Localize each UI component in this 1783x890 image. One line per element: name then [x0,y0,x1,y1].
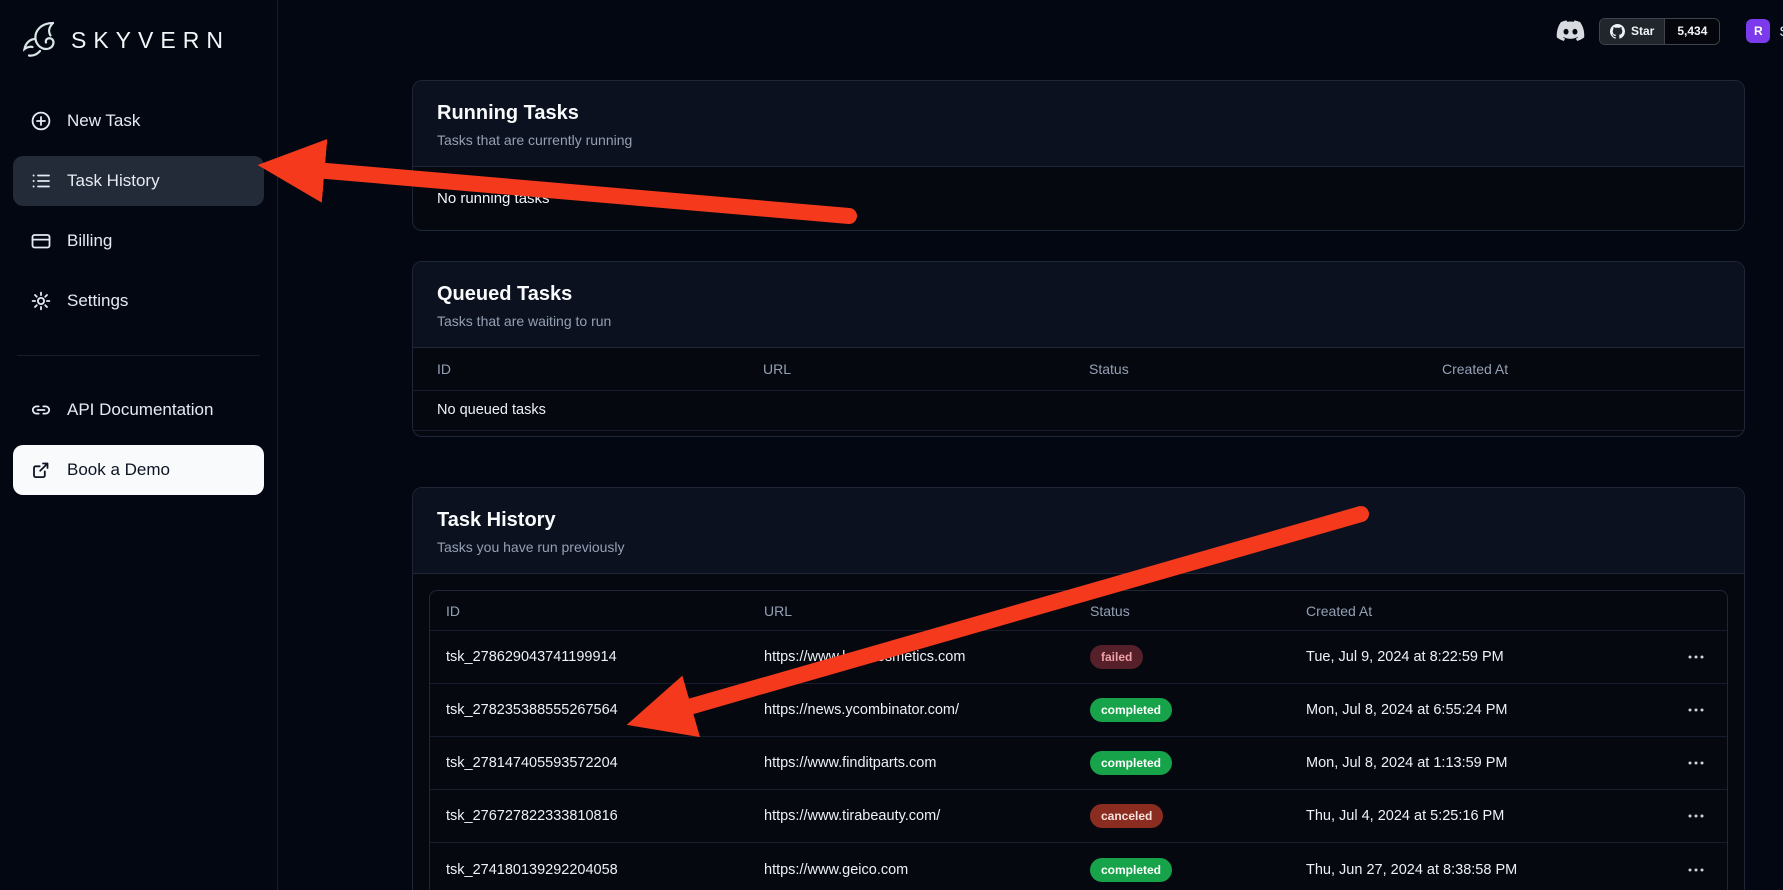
queued-tasks-card: Queued Tasks Tasks that are waiting to r… [412,261,1745,437]
task-history-card: Task History Tasks you have run previous… [412,487,1745,890]
task-id: tsk_278629043741199914 [446,649,764,665]
main-content: Running Tasks Tasks that are currently r… [412,0,1745,890]
queued-tasks-empty: No queued tasks [413,391,1744,431]
gear-icon [30,290,52,312]
status-badge: completed [1090,858,1172,882]
row-actions-button[interactable] [1681,855,1711,885]
task-created-at: Thu, Jun 27, 2024 at 8:38:58 PM [1306,862,1655,878]
plus-circle-icon [30,110,52,132]
sidebar-item-task-history[interactable]: Task History [13,156,264,206]
column-header-id: ID [446,603,764,619]
task-history-subtitle: Tasks you have run previously [437,539,1720,555]
task-history-title: Task History [437,508,1720,532]
status-badge: canceled [1090,804,1163,828]
list-icon [30,170,52,192]
ellipsis-icon [1687,861,1705,879]
row-actions-button[interactable] [1681,801,1711,831]
column-header-url: URL [763,361,1089,377]
sidebar-item-label: Task History [67,171,160,191]
queued-tasks-subtitle: Tasks that are waiting to run [437,313,1720,329]
task-url: https://news.ycombinator.com/ [764,702,1090,718]
skyvern-logo-icon [19,18,61,62]
row-actions-button[interactable] [1681,748,1711,778]
column-header-created-at: Created At [1306,603,1655,619]
status-badge: completed [1090,751,1172,775]
sidebar-nav: New Task Task History Billing [13,96,264,495]
task-id: tsk_274180139292204058 [446,862,764,878]
github-star-widget[interactable]: Star 5,434 [1599,18,1720,45]
status-badge: failed [1090,645,1143,669]
discord-icon[interactable] [1556,20,1585,42]
task-created-at: Tue, Jul 9, 2024 at 8:22:59 PM [1306,649,1655,665]
brand-logo: SKYVERN [13,14,264,72]
task-history-header: Task History Tasks you have run previous… [413,488,1744,574]
user-name-truncated: S [1779,23,1783,39]
task-history-table-header: ID URL Status Created At [430,591,1727,631]
sidebar-item-billing[interactable]: Billing [13,216,264,266]
queued-tasks-table-header: ID URL Status Created At [413,348,1744,391]
running-tasks-card: Running Tasks Tasks that are currently r… [412,80,1745,231]
external-link-icon [30,459,52,481]
task-url: https://www.tirabeauty.com/ [764,808,1090,824]
table-row[interactable]: tsk_274180139292204058 https://www.geico… [430,843,1727,890]
column-header-created-at: Created At [1442,361,1720,377]
sidebar-item-label: Billing [67,231,112,251]
column-header-id: ID [437,361,763,377]
running-tasks-header: Running Tasks Tasks that are currently r… [413,81,1744,167]
row-actions-button[interactable] [1681,695,1711,725]
sidebar-item-new-task[interactable]: New Task [13,96,264,146]
running-tasks-title: Running Tasks [437,101,1720,125]
running-tasks-subtitle: Tasks that are currently running [437,132,1720,148]
book-a-demo-button[interactable]: Book a Demo [13,445,264,495]
table-row[interactable]: tsk_278235388555267564 https://news.ycom… [430,684,1727,737]
credit-card-icon [30,230,52,252]
github-icon [1610,24,1625,39]
task-history-rows: tsk_278629043741199914 https://www.katec… [430,631,1727,890]
task-history-table: ID URL Status Created At tsk_27862904374… [429,590,1728,890]
task-created-at: Thu, Jul 4, 2024 at 5:25:16 PM [1306,808,1655,824]
sidebar-item-label: Settings [67,291,128,311]
sidebar: SKYVERN New Task Task History [0,0,278,890]
task-url: https://www.geico.com [764,862,1090,878]
sidebar-item-label: Book a Demo [67,460,170,480]
column-header-status: Status [1089,361,1442,377]
task-id: tsk_278235388555267564 [446,702,764,718]
task-created-at: Mon, Jul 8, 2024 at 1:13:59 PM [1306,755,1655,771]
queued-tasks-header: Queued Tasks Tasks that are waiting to r… [413,262,1744,348]
sidebar-item-label: API Documentation [67,400,213,420]
avatar[interactable]: R [1746,19,1770,43]
task-url: https://www.katecosmetics.com [764,649,1090,665]
topbar: Star 5,434 R S [1556,16,1783,46]
task-url: https://www.finditparts.com [764,755,1090,771]
table-row[interactable]: tsk_278629043741199914 https://www.katec… [430,631,1727,684]
ellipsis-icon [1687,701,1705,719]
task-id: tsk_276727822333810816 [446,808,764,824]
running-tasks-empty: No running tasks [413,167,1744,230]
github-star-count: 5,434 [1664,19,1719,44]
link-icon [30,399,52,421]
table-row[interactable]: tsk_278147405593572204 https://www.findi… [430,737,1727,790]
sidebar-item-settings[interactable]: Settings [13,276,264,326]
sidebar-item-api-documentation[interactable]: API Documentation [13,385,264,435]
github-star-label: Star [1631,24,1654,38]
ellipsis-icon [1687,754,1705,772]
sidebar-item-label: New Task [67,111,140,131]
ellipsis-icon [1687,648,1705,666]
sidebar-divider [17,355,260,356]
ellipsis-icon [1687,807,1705,825]
queued-tasks-title: Queued Tasks [437,282,1720,306]
status-badge: completed [1090,698,1172,722]
column-header-status: Status [1090,603,1306,619]
table-row[interactable]: tsk_276727822333810816 https://www.tirab… [430,790,1727,843]
column-header-url: URL [764,603,1090,619]
task-created-at: Mon, Jul 8, 2024 at 6:55:24 PM [1306,702,1655,718]
brand-name: SKYVERN [71,27,230,54]
row-actions-button[interactable] [1681,642,1711,672]
task-id: tsk_278147405593572204 [446,755,764,771]
